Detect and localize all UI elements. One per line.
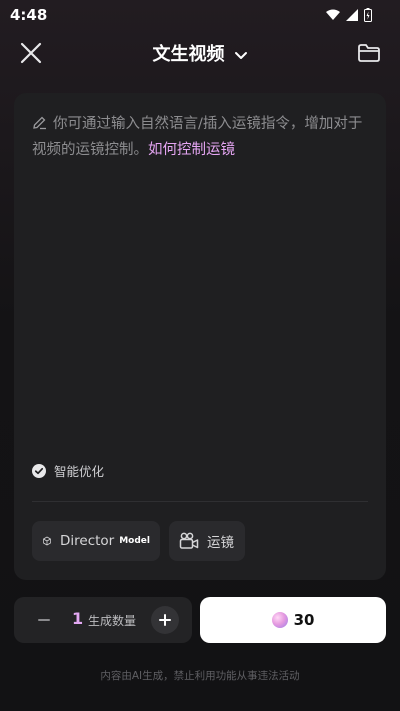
plus-icon — [159, 614, 171, 626]
prompt-input[interactable]: 你可通过输入自然语言/插入运镜指令，增加对于视频的运镜控制。如何控制运镜 — [32, 111, 372, 163]
director-model-button[interactable]: Director Model — [32, 521, 160, 561]
model-tag: Model — [119, 536, 150, 546]
folder-button[interactable] — [356, 40, 382, 66]
header: 文生视频 — [0, 30, 400, 74]
increase-quantity-button[interactable] — [151, 606, 179, 634]
credit-orb-icon — [271, 612, 288, 628]
decrease-quantity-button[interactable] — [32, 608, 56, 632]
camera-help-link[interactable]: 如何控制运镜 — [148, 142, 235, 158]
video-camera-icon — [179, 532, 199, 549]
minus-icon — [38, 619, 50, 621]
bottom-bar: 1 生成数量 30 — [14, 597, 386, 643]
folder-icon — [358, 44, 380, 62]
smart-optimize-toggle[interactable]: 智能优化 — [32, 461, 104, 480]
check-circle-icon — [32, 463, 46, 478]
pen-icon — [33, 116, 46, 130]
signal-icon — [346, 9, 358, 21]
wifi-icon — [326, 9, 340, 20]
cube-icon — [43, 536, 51, 546]
status-icons — [326, 8, 372, 22]
generate-cost: 30 — [293, 611, 315, 629]
status-time: 4:48 — [10, 6, 48, 24]
quantity-label: 生成数量 — [88, 614, 137, 628]
smart-optimize-label: 智能优化 — [54, 464, 105, 479]
status-bar: 4:48 — [0, 0, 400, 30]
camera-motion-button[interactable]: 运镜 — [169, 521, 245, 561]
title-dropdown[interactable]: 文生视频 — [0, 40, 400, 66]
camera-motion-label: 运镜 — [207, 535, 234, 551]
divider — [32, 501, 368, 502]
quantity-stepper: 1 生成数量 — [14, 597, 192, 643]
chevron-down-icon — [234, 51, 247, 59]
generate-button[interactable]: 30 — [200, 597, 386, 643]
battery-icon — [364, 8, 372, 22]
director-label: Director — [59, 533, 115, 549]
ai-disclaimer: 内容由AI生成，禁止利用功能从事违法活动 — [100, 670, 300, 682]
prompt-card: 你可通过输入自然语言/插入运镜指令，增加对于视频的运镜控制。如何控制运镜 智能优… — [14, 93, 386, 580]
page-title: 文生视频 — [152, 44, 225, 65]
quantity-value: 1 — [72, 609, 84, 628]
